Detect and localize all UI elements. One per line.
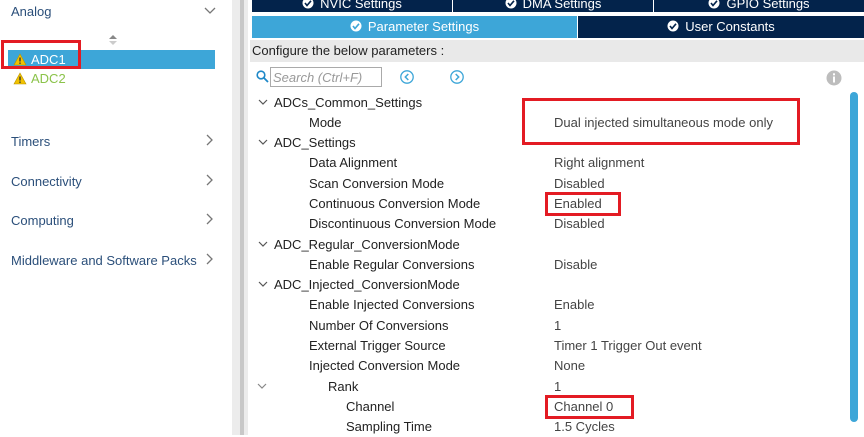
param-value: 1 (554, 379, 562, 394)
tab-dma-settings[interactable]: DMA Settings (453, 0, 653, 12)
param-name: ADC_Regular_ConversionMode (274, 237, 460, 252)
param-group-adc-regular-conversionmode[interactable]: ADC_Regular_ConversionMode (250, 235, 845, 255)
adc1-highlight-box (1, 40, 81, 69)
param-value: Enable (554, 297, 595, 312)
chevron-right-icon (206, 253, 213, 265)
category-computing[interactable]: Computing (0, 209, 225, 233)
check-circle-icon (505, 0, 517, 9)
mode-highlight-box (522, 98, 800, 145)
category-timers-label: Timers (11, 134, 51, 149)
param-value: Disable (554, 257, 598, 272)
continuous-mode-highlight-box (545, 192, 621, 216)
param-name: ADCs_Common_Settings (274, 95, 423, 110)
param-name: Sampling Time (346, 419, 432, 434)
category-analog[interactable]: Analog (0, 0, 225, 24)
param-name: Enable Injected Conversions (309, 297, 475, 312)
param-row-enable-regular-conversions[interactable]: Enable Regular Conversions Disable (250, 255, 845, 275)
vertical-scrollbar[interactable] (850, 92, 858, 422)
configure-label-bar: Configure the below parameters : (250, 40, 864, 62)
param-row-discontinuous-conversion-mode[interactable]: Discontinuous Conversion Mode Disabled (250, 214, 845, 234)
param-row-number-of-conversions[interactable]: Number Of Conversions 1 (250, 316, 845, 336)
param-name: Mode (309, 115, 342, 130)
search-input[interactable] (270, 67, 382, 87)
param-row-scan-conversion-mode[interactable]: Scan Conversion Mode Disabled (250, 174, 845, 194)
adc2-item[interactable]: ADC2 (8, 69, 215, 88)
param-row-injected-conversion-mode[interactable]: Injected Conversion Mode None (250, 356, 845, 376)
category-timers[interactable]: Timers (0, 130, 225, 154)
category-middleware-label: Middleware and Software Packs (11, 253, 197, 268)
previous-match-icon[interactable] (400, 70, 414, 84)
param-value: 1.5 Cycles (554, 419, 615, 434)
param-value: 1 (554, 318, 562, 333)
tab-parameter-settings[interactable]: Parameter Settings (252, 16, 577, 38)
param-name: Continuous Conversion Mode (309, 196, 481, 211)
tab-nvic-settings[interactable]: NVIC Settings (252, 0, 452, 12)
param-value: None (554, 358, 586, 373)
sort-icon[interactable] (107, 33, 119, 47)
param-value: Disabled (554, 176, 605, 191)
chevron-down-icon[interactable] (257, 238, 269, 250)
tab-nvic-label: NVIC Settings (320, 0, 402, 11)
panel-splitter[interactable] (232, 0, 248, 435)
check-circle-icon (667, 20, 679, 32)
chevron-right-icon (206, 134, 213, 146)
tab-user-constants[interactable]: User Constants (578, 16, 864, 38)
param-name: External Trigger Source (309, 338, 446, 353)
param-name: Injected Conversion Mode (309, 358, 461, 373)
param-value: Right alignment (554, 155, 645, 170)
param-group-rank[interactable]: Rank 1 (250, 377, 845, 397)
adc2-label: ADC2 (31, 71, 66, 86)
param-row-enable-injected-conversions[interactable]: Enable Injected Conversions Enable (250, 295, 845, 315)
channel-highlight-box (545, 395, 634, 419)
search-icon (256, 70, 269, 83)
category-connectivity-label: Connectivity (11, 174, 82, 189)
param-row-external-trigger-source[interactable]: External Trigger Source Timer 1 Trigger … (250, 336, 845, 356)
param-name: Enable Regular Conversions (309, 257, 475, 272)
check-circle-icon (350, 20, 362, 32)
param-value: Disabled (554, 216, 605, 231)
param-name: Channel (346, 399, 395, 414)
chevron-right-icon (206, 213, 213, 225)
param-name: ADC_Settings (274, 135, 356, 150)
category-middleware[interactable]: Middleware and Software Packs (0, 249, 225, 273)
param-name: Scan Conversion Mode (309, 176, 445, 191)
param-value: Timer 1 Trigger Out event (554, 338, 702, 353)
param-name: Number Of Conversions (309, 318, 449, 333)
param-name: ADC_Injected_ConversionMode (274, 277, 460, 292)
chevron-down-icon (204, 7, 216, 14)
param-row-data-alignment[interactable]: Data Alignment Right alignment (250, 153, 845, 173)
check-circle-icon (708, 0, 720, 9)
category-computing-label: Computing (11, 213, 74, 228)
tab-gpio-label: GPIO Settings (726, 0, 810, 11)
tab-user-label: User Constants (685, 19, 775, 34)
category-analog-label: Analog (11, 4, 52, 19)
left-panel: Analog ADC1 ADC2 Timers Connectivity Com… (0, 0, 232, 435)
chevron-down-icon[interactable] (257, 278, 269, 290)
category-connectivity[interactable]: Connectivity (0, 170, 225, 194)
param-name: Rank (328, 379, 359, 394)
warning-icon (13, 72, 27, 85)
chevron-down-icon[interactable] (256, 380, 268, 392)
chevron-right-icon (206, 174, 213, 186)
configure-label: Configure the below parameters : (252, 43, 445, 58)
chevron-down-icon[interactable] (257, 136, 269, 148)
tab-param-label: Parameter Settings (367, 19, 480, 34)
tab-gpio-settings[interactable]: GPIO Settings (654, 0, 864, 12)
tab-bar: NVIC Settings DMA Settings GPIO Settings… (250, 0, 864, 38)
tab-dma-label: DMA Settings (522, 0, 602, 11)
param-row-sampling-time[interactable]: Sampling Time 1.5 Cycles (250, 417, 845, 437)
param-name: Data Alignment (309, 155, 398, 170)
check-circle-icon (302, 0, 314, 9)
chevron-down-icon[interactable] (257, 96, 269, 108)
info-icon[interactable] (826, 70, 842, 86)
param-group-adc-injected-conversionmode[interactable]: ADC_Injected_ConversionMode (250, 275, 845, 295)
next-match-icon[interactable] (450, 70, 464, 84)
param-name: Discontinuous Conversion Mode (309, 216, 497, 231)
